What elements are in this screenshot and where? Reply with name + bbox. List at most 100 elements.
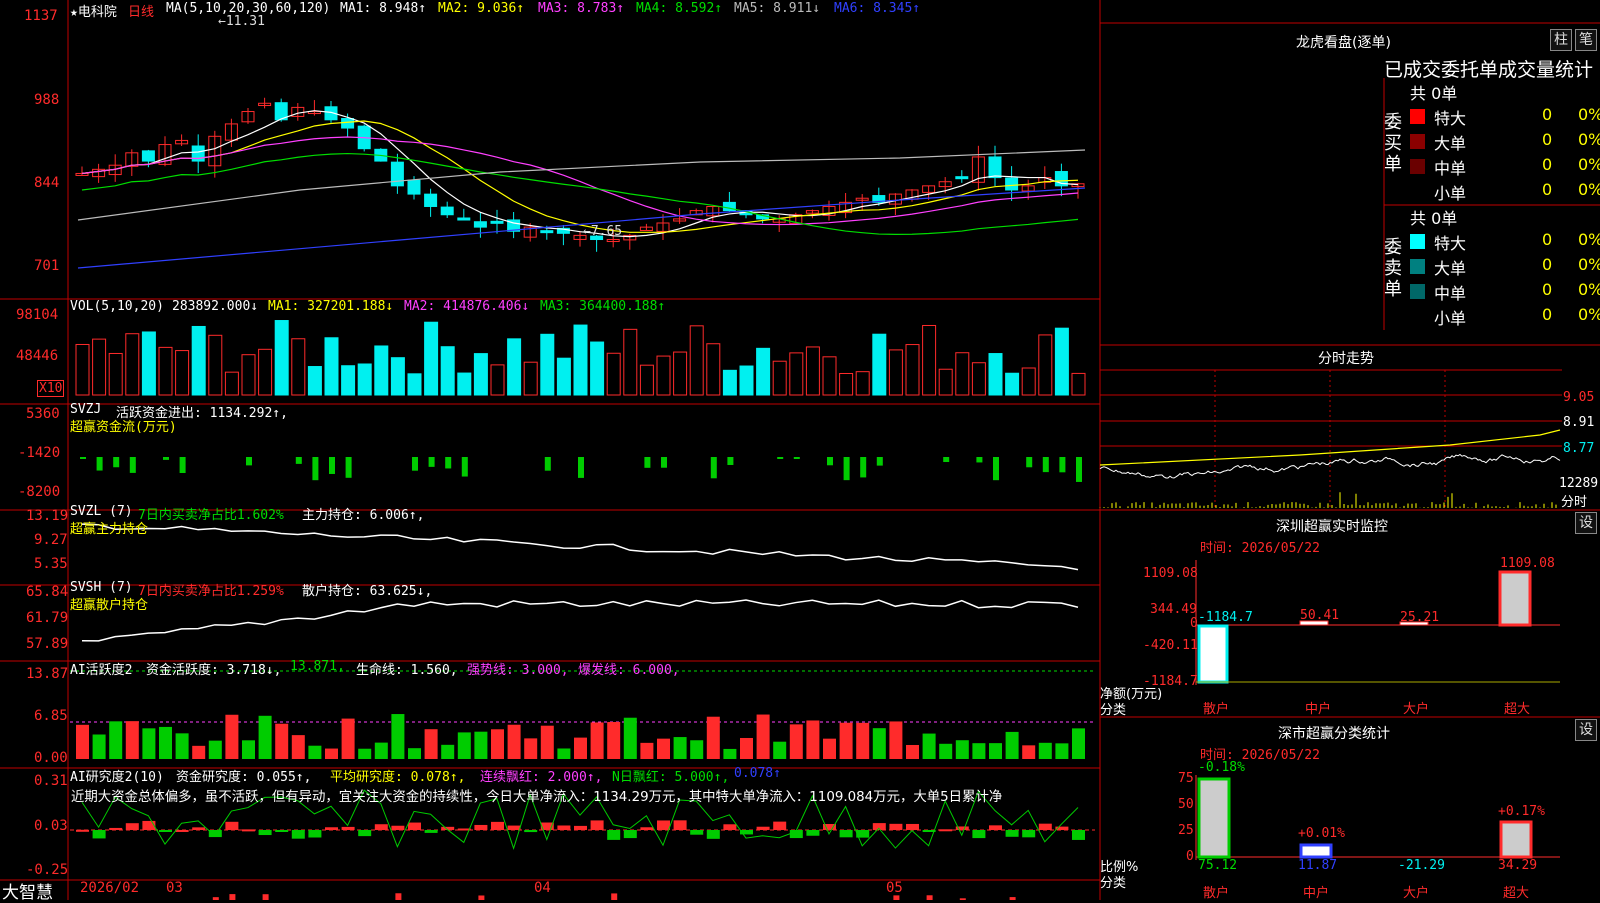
ma6-value: MA6: 8.345↑ <box>834 1 921 16</box>
active-bar <box>939 743 953 759</box>
volume-bar <box>125 333 140 396</box>
research-bar <box>225 821 239 830</box>
sz-class-bot-4: 34.29 <box>1498 858 1538 873</box>
active-bar <box>491 729 504 759</box>
research-bar <box>557 825 571 830</box>
volume-bar <box>872 333 887 396</box>
volume-bar <box>1038 334 1053 396</box>
volume-bar <box>772 360 787 396</box>
sz-class-top-2: +0.01% <box>1298 826 1345 841</box>
volume-bar <box>722 369 737 396</box>
active-bar <box>1055 743 1069 759</box>
vol-unit-x10: X10 <box>37 380 65 397</box>
fund-flow-bar <box>345 457 352 478</box>
volume-bar <box>457 372 472 396</box>
buy-row-pct-2: 0% <box>1578 155 1600 174</box>
research-bar <box>574 825 587 830</box>
buy-row-name-2: 中单 <box>1434 159 1467 178</box>
volume-bar <box>955 352 970 396</box>
sz-class-cat-1: 散户 <box>1203 886 1230 901</box>
fund-flow-bar <box>1076 457 1082 482</box>
active-bar <box>325 748 338 759</box>
research-bar <box>291 830 305 839</box>
fund-flow-bar <box>329 457 335 474</box>
active-bar <box>92 734 106 759</box>
buy-row-name-3: 小单 <box>1434 184 1467 203</box>
sz-class-bot-1: 75.12 <box>1198 858 1238 873</box>
research-bar <box>391 825 405 830</box>
ai-active-v4: 强势线: 3.000, <box>467 663 569 678</box>
sell-row-swatch-0 <box>1410 234 1425 249</box>
volume-bar <box>374 345 389 396</box>
volume-bar <box>473 353 488 396</box>
ma1-value: MA1: 8.948↑ <box>340 1 427 16</box>
dragon-subtitle: 已成交委托单成交量统计 <box>1384 59 1594 81</box>
active-bar <box>258 715 272 759</box>
sell-row-name-0: 特大 <box>1434 234 1467 253</box>
sz-monitor-settings-button[interactable]: 设 <box>1575 512 1597 534</box>
volume-bar <box>905 344 920 396</box>
sell-row-count-0: 0 <box>1542 230 1553 249</box>
sz-class-settings-button[interactable]: 设 <box>1575 719 1597 741</box>
active-bar <box>441 744 455 759</box>
research-bar <box>374 824 388 830</box>
research-bar <box>325 827 338 830</box>
research-bar <box>424 830 438 833</box>
fund-flow-bar <box>428 457 435 467</box>
volume-bar <box>224 371 239 396</box>
svzj-subtitle: 超赢资金流(万元) <box>70 420 177 435</box>
date-label-feb: 2026/02 <box>80 880 140 896</box>
ai-research-comment: 近期大资金总体偏多，虽不活跃，但有异动，宜关注大资金的持续性，今日大单净流入：1… <box>71 790 1003 805</box>
research-bar <box>76 829 89 832</box>
date-label-may: 05 <box>886 880 903 896</box>
research-bar <box>175 829 189 832</box>
active-bar <box>540 725 554 759</box>
active-bar <box>889 721 903 759</box>
svzl-title: SVZL (7) <box>70 504 133 519</box>
active-bar <box>159 726 172 759</box>
volume-bar <box>241 354 256 396</box>
volume-bar <box>673 351 688 396</box>
ai-active-axis-3: 0.00 <box>34 750 68 766</box>
research-bar <box>308 830 322 838</box>
volume-bar <box>888 349 903 396</box>
intraday-axis-3: 8.77 <box>1563 441 1595 456</box>
svzl-ratio: 7日内买卖净占比1.602% <box>138 508 284 523</box>
bar-mode-button[interactable]: 柱 <box>1550 29 1572 51</box>
svzj-axis-8200: -8200 <box>18 484 61 500</box>
sell-row-count-1: 0 <box>1542 255 1553 274</box>
kline-chart-svg[interactable] <box>0 0 1600 900</box>
svsh-title: SVSH (7) <box>70 580 133 595</box>
research-bar <box>673 820 687 830</box>
volume-bar <box>75 343 90 396</box>
candle-body <box>955 176 969 180</box>
ma4-value: MA4: 8.592↑ <box>636 1 723 16</box>
vol-title: VOL(5,10,20) <box>70 299 164 314</box>
active-bar <box>242 740 255 759</box>
tick-mode-button[interactable]: 笔 <box>1575 29 1597 51</box>
fund-flow-bar <box>827 457 833 466</box>
period-label[interactable]: 日线 <box>128 1 154 20</box>
sell-row-count-2: 0 <box>1542 280 1553 299</box>
volume-bar <box>689 325 704 396</box>
sz-class-title: 深市超赢分类统计 <box>1278 726 1390 742</box>
buy-row-name-0: 特大 <box>1434 109 1467 128</box>
active-bar <box>192 745 206 759</box>
fund-flow-bar <box>395 893 402 900</box>
research-bar <box>474 824 488 830</box>
intraday-vol-unit: 分时 <box>1561 495 1588 510</box>
active-bar <box>922 733 936 759</box>
candle-body <box>440 206 454 216</box>
research-bar <box>773 821 787 830</box>
active-bar <box>640 742 654 759</box>
volume-bar <box>606 352 621 396</box>
price-axis-844: 844 <box>34 175 60 191</box>
research-bar <box>192 827 206 830</box>
candle-body <box>407 179 421 195</box>
buy-row-pct-0: 0% <box>1578 105 1600 124</box>
research-bar <box>275 830 289 832</box>
active-bar <box>657 738 670 759</box>
active-bar <box>308 745 322 759</box>
research-bar <box>125 823 139 830</box>
ma3-line <box>81 136 1079 226</box>
